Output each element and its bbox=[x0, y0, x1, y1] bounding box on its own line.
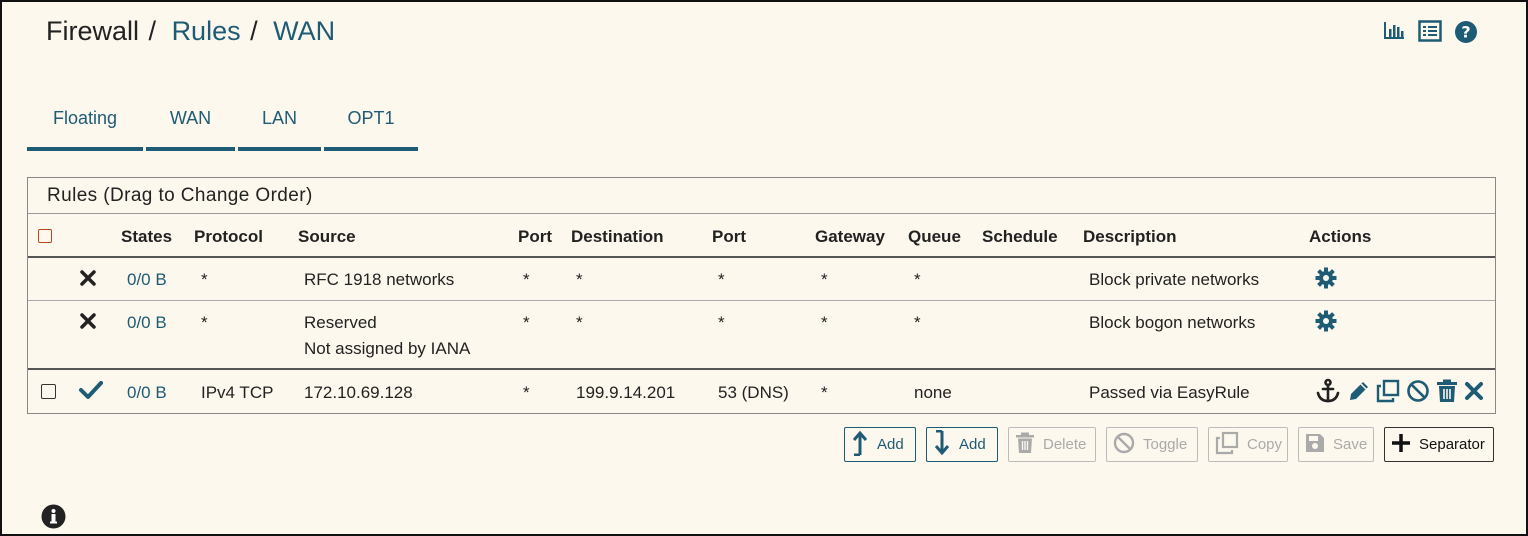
col-port: Port bbox=[518, 227, 552, 246]
cell-protocol: * bbox=[201, 313, 208, 332]
cell-gateway: * bbox=[821, 383, 828, 402]
col-queue: Queue bbox=[908, 227, 961, 246]
gear-icon[interactable] bbox=[1315, 267, 1337, 294]
cell-description: Block bogon networks bbox=[1089, 313, 1256, 332]
svg-text:?: ? bbox=[1461, 23, 1470, 42]
cell-gateway: * bbox=[821, 313, 828, 332]
pass-check-icon bbox=[79, 380, 103, 405]
cell-queue: * bbox=[914, 270, 921, 289]
col-destination: Destination bbox=[571, 227, 664, 246]
cell-gateway: * bbox=[821, 270, 828, 289]
add-separator-button[interactable]: Separator bbox=[1384, 427, 1494, 462]
copy-icon bbox=[1215, 431, 1239, 459]
cell-dport: 53 (DNS) bbox=[718, 383, 789, 402]
cell-description: Passed via EasyRule bbox=[1089, 383, 1250, 402]
row-actions bbox=[1315, 378, 1485, 404]
table-row[interactable]: 0/0 B IPv4 TCP 172.10.69.128 * 199.9.14.… bbox=[28, 370, 1495, 414]
block-icon bbox=[79, 312, 97, 335]
cell-queue: none bbox=[914, 383, 952, 402]
copy-button[interactable]: Copy bbox=[1208, 427, 1288, 462]
save-label: Save bbox=[1333, 436, 1368, 453]
tab-wan[interactable]: WAN bbox=[146, 102, 235, 151]
interface-tabs: Floating WAN LAN OPT1 bbox=[27, 102, 421, 151]
table-row[interactable]: 0/0 B * RFC 1918 networks * * * * * Bloc… bbox=[28, 258, 1495, 301]
cell-protocol: IPv4 TCP bbox=[201, 383, 274, 402]
col-dport: Port bbox=[712, 227, 746, 246]
cell-destination: * bbox=[576, 270, 583, 289]
header-icons: ? bbox=[1382, 20, 1478, 44]
anchor-icon[interactable] bbox=[1315, 378, 1342, 403]
trash-icon[interactable] bbox=[1436, 379, 1459, 402]
cell-source-line2: Not assigned by IANA bbox=[304, 339, 471, 358]
arrow-up-icon bbox=[851, 430, 869, 460]
col-schedule: Schedule bbox=[982, 227, 1058, 246]
breadcrumb-separator: / bbox=[250, 16, 258, 46]
cell-protocol: * bbox=[201, 270, 208, 289]
states-link[interactable]: 0/0 B bbox=[127, 313, 167, 333]
floppy-save-icon bbox=[1305, 433, 1325, 457]
info-icon[interactable] bbox=[41, 504, 66, 534]
breadcrumb: Firewall / Rules / WAN bbox=[46, 16, 335, 47]
copy-label: Copy bbox=[1247, 436, 1283, 453]
trash-icon bbox=[1015, 432, 1035, 458]
tab-opt1[interactable]: OPT1 bbox=[324, 102, 418, 151]
delete-label: Delete bbox=[1043, 436, 1087, 453]
plus-icon bbox=[1391, 433, 1411, 457]
block-icon bbox=[79, 269, 97, 292]
col-description: Description bbox=[1083, 227, 1177, 246]
edit-pencil-icon[interactable] bbox=[1347, 380, 1372, 400]
save-button[interactable]: Save bbox=[1298, 427, 1374, 462]
delete-button[interactable]: Delete bbox=[1008, 427, 1096, 462]
panel-title: Rules (Drag to Change Order) bbox=[28, 178, 1495, 214]
arrow-down-icon bbox=[933, 429, 951, 460]
cell-description: Block private networks bbox=[1089, 270, 1260, 289]
toggle-button[interactable]: Toggle bbox=[1106, 427, 1198, 462]
col-states: States bbox=[121, 227, 173, 246]
states-link[interactable]: 0/0 B bbox=[127, 270, 167, 290]
cell-source: 172.10.69.128 bbox=[304, 383, 413, 402]
tab-floating[interactable]: Floating bbox=[27, 102, 143, 151]
col-protocol: Protocol bbox=[194, 227, 263, 246]
list-icon[interactable] bbox=[1418, 20, 1442, 44]
cell-dport: * bbox=[718, 270, 725, 289]
add-bottom-label: Add bbox=[959, 436, 986, 453]
separator-label: Separator bbox=[1419, 436, 1485, 453]
row-checkbox[interactable] bbox=[41, 384, 56, 404]
chart-icon[interactable] bbox=[1382, 20, 1406, 44]
breadcrumb-wan-link[interactable]: WAN bbox=[273, 16, 335, 46]
rules-panel: Rules (Drag to Change Order) States Prot… bbox=[27, 177, 1496, 414]
breadcrumb-firewall: Firewall bbox=[46, 16, 140, 46]
cell-port: * bbox=[523, 270, 530, 289]
table-header: States Protocol Source Port Destination … bbox=[28, 214, 1495, 258]
add-bottom-button[interactable]: Add bbox=[926, 427, 998, 462]
cell-source: Reserved Not assigned by IANA bbox=[304, 313, 470, 359]
disable-ban-icon[interactable] bbox=[1406, 380, 1431, 402]
breadcrumb-separator: / bbox=[148, 16, 157, 46]
col-source: Source bbox=[298, 227, 356, 246]
gear-icon[interactable] bbox=[1315, 310, 1337, 337]
copy-icon[interactable] bbox=[1376, 379, 1401, 403]
col-actions: Actions bbox=[1309, 227, 1372, 246]
toggle-label: Toggle bbox=[1143, 436, 1188, 453]
cell-destination: 199.9.14.201 bbox=[576, 383, 676, 402]
tab-lan[interactable]: LAN bbox=[238, 102, 321, 151]
add-top-button[interactable]: Add bbox=[844, 427, 916, 462]
states-link[interactable]: 0/0 B bbox=[127, 383, 167, 403]
cell-queue: * bbox=[914, 313, 921, 332]
cell-destination: * bbox=[576, 313, 583, 332]
rule-buttons: Add Add Delete Toggle Copy Save Separato… bbox=[844, 427, 1494, 462]
add-top-label: Add bbox=[877, 436, 904, 453]
cell-port: * bbox=[523, 383, 530, 402]
cell-port: * bbox=[523, 313, 530, 332]
ban-icon bbox=[1113, 432, 1135, 458]
select-all-checkbox[interactable] bbox=[38, 228, 52, 248]
delete-x-icon[interactable] bbox=[1464, 380, 1485, 400]
cell-dport: * bbox=[718, 313, 725, 332]
help-icon[interactable]: ? bbox=[1454, 20, 1478, 44]
cell-source: RFC 1918 networks bbox=[304, 270, 455, 289]
breadcrumb-rules-link[interactable]: Rules bbox=[172, 16, 241, 46]
col-gateway: Gateway bbox=[815, 227, 885, 246]
cell-source-line1: Reserved bbox=[304, 313, 377, 332]
table-row[interactable]: 0/0 B * Reserved Not assigned by IANA * … bbox=[28, 301, 1495, 370]
